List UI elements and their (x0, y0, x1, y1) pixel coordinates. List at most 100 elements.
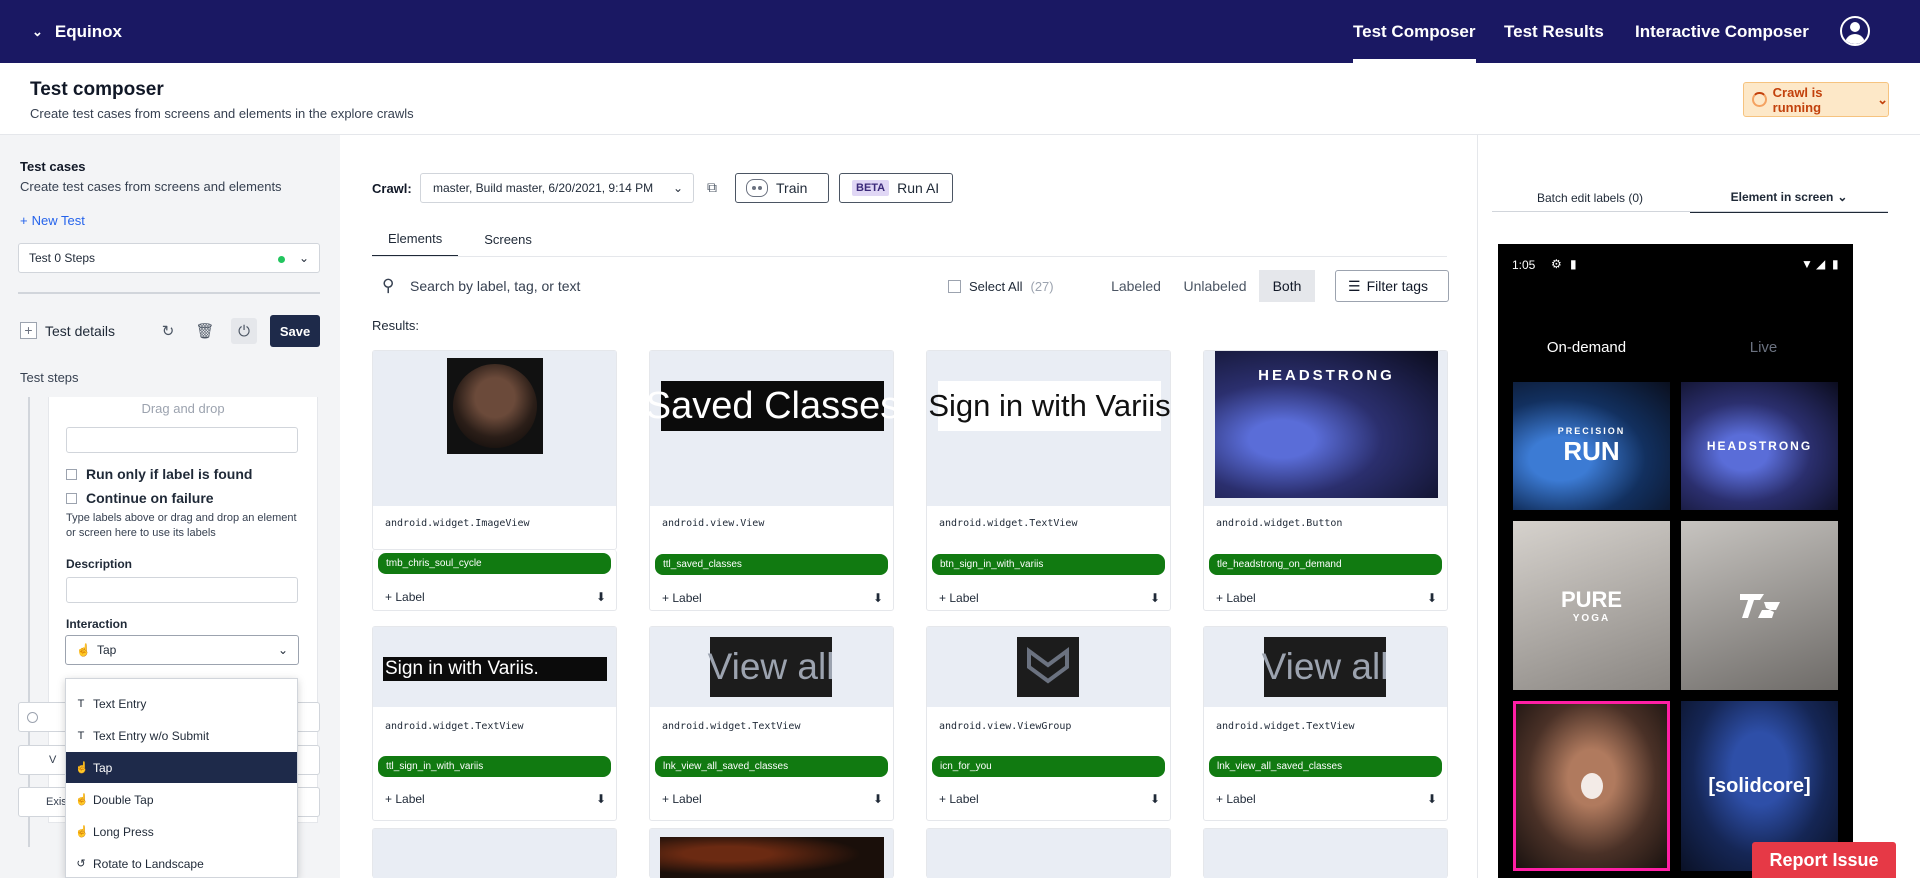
element-card[interactable]: Sign in with Variis android.widget.TextV… (926, 350, 1171, 611)
report-issue-button[interactable]: Report Issue (1752, 842, 1896, 878)
label-tag[interactable]: tmb_chris_soul_cycle (378, 553, 611, 574)
element-card[interactable]: HEADSTRONG android.widget.Button tle_hea… (1203, 350, 1448, 611)
tab-element-in-screen[interactable]: Element in screen ⌄ (1690, 183, 1888, 213)
menu-item-tap[interactable]: ☝ Tap (66, 752, 297, 783)
element-card[interactable]: Saved Classes android.view.View ttl_save… (646, 350, 899, 611)
run-only-checkbox[interactable] (66, 468, 77, 480)
nav-interactive-composer[interactable]: Interactive Composer (1635, 0, 1809, 63)
run-only-checkbox-row[interactable]: Run only if label is found (66, 466, 252, 482)
search-input[interactable]: Search by label, tag, or text (410, 278, 580, 294)
crawl-select[interactable]: master, Build master, 6/20/2021, 9:14 PM… (420, 173, 694, 203)
filter-labeled[interactable]: Labeled (1102, 270, 1170, 302)
crawl-status-text: Crawl is running (1772, 84, 1823, 115)
add-label-button[interactable]: + Label (1216, 792, 1256, 806)
page-header: Test composer Create test cases from scr… (0, 63, 1920, 135)
select-all[interactable]: Select All (27) (948, 279, 1054, 294)
element-card[interactable]: Sign in with Variis. android.widget.Text… (372, 626, 617, 821)
lightning-icon[interactable]: ⬇ (1150, 792, 1160, 806)
test-select[interactable]: Test 0 Steps ⌄ (18, 243, 320, 273)
menu-item-text-entry[interactable]: T Text Entry (66, 688, 297, 719)
copy-icon[interactable]: ⧉ (707, 179, 720, 195)
train-label: Train (776, 180, 808, 196)
element-card[interactable] (926, 828, 1171, 878)
label-input[interactable] (66, 427, 298, 453)
lightning-icon[interactable]: ⬇ (596, 792, 606, 806)
tab-elements[interactable]: Elements (372, 221, 459, 257)
element-class: android.view.ViewGroup (939, 721, 1072, 732)
label-tag[interactable]: tle_headstrong_on_demand (1209, 554, 1442, 575)
label-tag[interactable]: btn_sign_in_with_variis (932, 554, 1165, 575)
trash-icon[interactable]: 🗑 (192, 318, 218, 344)
step-radio[interactable] (27, 712, 38, 723)
menu-item-label: Text Entry (93, 696, 147, 711)
element-card[interactable] (649, 828, 894, 878)
user-avatar[interactable] (1840, 16, 1870, 46)
drag-drop-hint: Drag and drop (141, 401, 225, 416)
lightning-icon[interactable]: ⬇ (1150, 591, 1160, 605)
add-label-button[interactable]: + Label (939, 591, 979, 605)
filter-both[interactable]: Both (1259, 270, 1315, 302)
crawl-status-badge[interactable]: Crawl is running ⌄ (1743, 82, 1889, 117)
device-screenshot[interactable]: 1:05 ⚙ ▮ ▼ ◢ ▮ On-demand Live PRECISION … (1498, 244, 1853, 878)
train-button[interactable]: Train (735, 173, 829, 203)
menu-item-rotate-landscape[interactable]: ↺ Rotate to Landscape (66, 848, 297, 878)
element-card[interactable]: View all android.widget.TextView lnk_vie… (1203, 626, 1448, 821)
filter-tags-button[interactable]: ☰ Filter tags (1335, 270, 1449, 302)
workspace-switcher[interactable]: ⌄ Equinox (32, 0, 122, 63)
element-card[interactable]: android.widget.ImageView (372, 350, 617, 550)
avatar-body (1845, 34, 1865, 44)
nav-test-results[interactable]: Test Results (1504, 0, 1604, 63)
power-icon[interactable]: ⏻ (231, 318, 257, 344)
select-all-checkbox[interactable] (948, 280, 961, 293)
test-select-value: Test 0 Steps (29, 251, 96, 265)
lightning-icon[interactable]: ⬇ (1427, 792, 1437, 806)
label-tag[interactable]: ttl_saved_classes (655, 554, 888, 575)
label-tag[interactable]: lnk_view_all_saved_classes (655, 756, 888, 777)
app-name: Equinox (54, 21, 122, 41)
card-thumbnail (373, 829, 616, 878)
label-tag[interactable]: icn_for_you (932, 756, 1165, 777)
thumb-text: HEADSTRONG (1215, 351, 1438, 498)
lightning-icon[interactable]: ⬇ (596, 590, 606, 604)
add-label-button[interactable]: + Label (385, 792, 425, 806)
interaction-select[interactable]: ☝ Tap ⌄ (65, 635, 299, 665)
status-dot (278, 256, 285, 263)
plus-icon: + (20, 213, 28, 228)
element-card[interactable] (372, 828, 617, 878)
label-tag[interactable]: ttl_sign_in_with_variis (378, 756, 611, 777)
continue-failure-checkbox-row[interactable]: Continue on failure (66, 490, 214, 506)
labels-help-text: Type labels above or drag and drop an el… (66, 512, 297, 539)
element-card[interactable]: View all android.widget.TextView lnk_vie… (649, 626, 894, 821)
save-button[interactable]: Save (270, 315, 320, 347)
description-input[interactable] (66, 577, 298, 603)
add-label-button[interactable]: + Label (385, 590, 425, 604)
element-card[interactable] (1203, 828, 1448, 878)
lightning-icon[interactable]: ⬇ (873, 591, 883, 605)
continue-failure-checkbox[interactable] (66, 492, 77, 504)
add-label-button[interactable]: + Label (1216, 591, 1256, 605)
element-card-footer[interactable]: tmb_chris_soul_cycle + Label ⬇ (372, 550, 617, 611)
menu-item-text-entry-no-submit[interactable]: T Text Entry w/o Submit (66, 720, 297, 751)
add-label-button[interactable]: + Label (662, 792, 702, 806)
lightning-icon[interactable]: ⬇ (873, 792, 883, 806)
menu-item-long-press[interactable]: ☝ Long Press (66, 816, 297, 847)
expand-plus-icon[interactable]: + (20, 322, 37, 339)
lightning-icon[interactable]: ⬇ (1427, 591, 1437, 605)
menu-item-label: Rotate to Landscape (93, 856, 204, 871)
add-label-button[interactable]: + Label (662, 591, 702, 605)
tabs-divider (372, 256, 1447, 257)
menu-item-double-tap[interactable]: ☝ Double Tap (66, 784, 297, 815)
new-test-link[interactable]: + New Test (20, 213, 85, 228)
add-label-button[interactable]: + Label (939, 792, 979, 806)
filter-unlabeled[interactable]: Unlabeled (1177, 270, 1253, 302)
chevron-down-icon: ⌄ (1877, 91, 1888, 107)
tab-batch-edit-labels[interactable]: Batch edit labels (0) (1492, 183, 1688, 213)
element-card[interactable]: android.view.ViewGroup icn_for_you + Lab… (926, 626, 1171, 821)
refresh-icon[interactable]: ↻ (155, 318, 181, 344)
run-ai-button[interactable]: BETA Run AI (839, 173, 953, 203)
chevron-down-icon: ⌄ (32, 23, 43, 39)
card-thumbnail: Sign in with Variis. (373, 627, 616, 707)
tab-screens[interactable]: Screens (458, 221, 558, 257)
label-tag[interactable]: lnk_view_all_saved_classes (1209, 756, 1442, 777)
nav-test-composer[interactable]: Test Composer (1353, 0, 1476, 63)
